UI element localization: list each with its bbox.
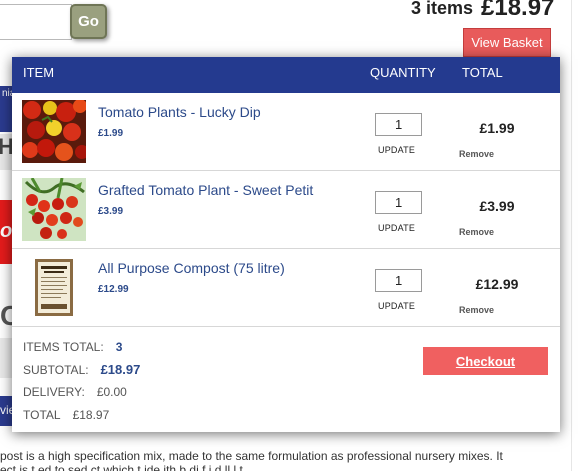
view-basket-button[interactable]: View Basket (463, 28, 551, 57)
mini-basket-popup: ITEM QUANTITY TOTAL Tomato Plants - Luck… (12, 57, 560, 432)
grand-total-value: £18.97 (72, 408, 110, 422)
basket-header: ITEM QUANTITY TOTAL (12, 57, 560, 93)
items-total-line: ITEMS TOTAL: 3 (23, 340, 122, 354)
item-name-link[interactable]: All Purpose Compost (75 litre) (98, 260, 285, 276)
compost-bag-image[interactable] (22, 256, 86, 319)
quantity-input[interactable] (375, 191, 422, 214)
background-nav-fragment: nia (0, 86, 12, 132)
basket-item-row: Grafted Tomato Plant - Sweet Petit £3.99… (12, 171, 560, 249)
item-line-total: £3.99 (479, 198, 515, 214)
background-title-fragment: C (0, 300, 12, 331)
subtotal-line: SUBTOTAL: £18.97 (23, 362, 140, 377)
remove-item-link[interactable]: Remove (459, 305, 494, 315)
delivery-value: £0.00 (96, 385, 127, 399)
update-quantity-link[interactable]: UPDATE (378, 223, 415, 233)
delivery-label: DELIVERY: (23, 385, 85, 399)
item-line-total: £1.99 (479, 120, 515, 136)
quantity-input[interactable] (375, 113, 422, 136)
items-total-label: ITEMS TOTAL: (23, 340, 104, 354)
items-total-value: 3 (115, 340, 123, 354)
subtotal-value: £18.97 (100, 362, 141, 377)
item-name-link[interactable]: Grafted Tomato Plant - Sweet Petit (98, 182, 313, 198)
search-input[interactable] (0, 4, 72, 40)
page-edge-divider (571, 0, 572, 471)
item-line-total: £12.99 (475, 276, 519, 292)
background-panel-fragment (0, 338, 12, 378)
subtotal-label: SUBTOTAL: (23, 363, 89, 377)
basket-summary: ITEMS TOTAL: 3 SUBTOTAL: £18.97 DELIVERY: £… (12, 327, 560, 427)
item-unit-price: £3.99 (98, 206, 124, 217)
background-description: post is a high specification mix, made t… (0, 449, 503, 463)
remove-item-link[interactable]: Remove (459, 227, 494, 237)
item-unit-price: £1.99 (98, 128, 124, 139)
header-basket-total: £18.97 (481, 0, 555, 21)
delivery-line: DELIVERY: £0.00 (23, 385, 127, 399)
remove-item-link[interactable]: Remove (459, 149, 494, 159)
column-header-quantity: QUANTITY (370, 65, 436, 80)
item-name-link[interactable]: Tomato Plants - Lucky Dip (98, 104, 261, 120)
background-description-cutoff: ect is t ed to sed ct which t ide ith b … (0, 463, 243, 471)
header-items-count: 3 items (411, 0, 474, 18)
update-quantity-link[interactable]: UPDATE (378, 301, 415, 311)
quantity-input[interactable] (375, 269, 422, 292)
item-unit-price: £12.99 (98, 284, 129, 295)
search-go-button[interactable]: Go (70, 4, 107, 39)
basket-item-row: All Purpose Compost (75 litre) £12.99 UP… (12, 249, 560, 327)
background-heading-fragment: H (0, 134, 12, 170)
basket-item-row: Tomato Plants - Lucky Dip £1.99 UPDATE £… (12, 93, 560, 171)
grand-total-label: TOTAL (23, 408, 61, 422)
column-header-total: TOTAL (462, 65, 503, 80)
column-header-item: ITEM (23, 65, 55, 80)
background-view-button-fragment[interactable]: vie (0, 396, 12, 426)
update-quantity-link[interactable]: UPDATE (378, 145, 415, 155)
grand-total-line: TOTAL £18.97 (23, 408, 109, 422)
background-red-banner-fragment: o (0, 200, 12, 264)
checkout-button[interactable]: Checkout (423, 347, 548, 375)
background-heading-letter: H (0, 134, 12, 159)
tomato-cluster-image[interactable] (22, 100, 86, 163)
tomato-vine-image[interactable] (22, 178, 86, 241)
